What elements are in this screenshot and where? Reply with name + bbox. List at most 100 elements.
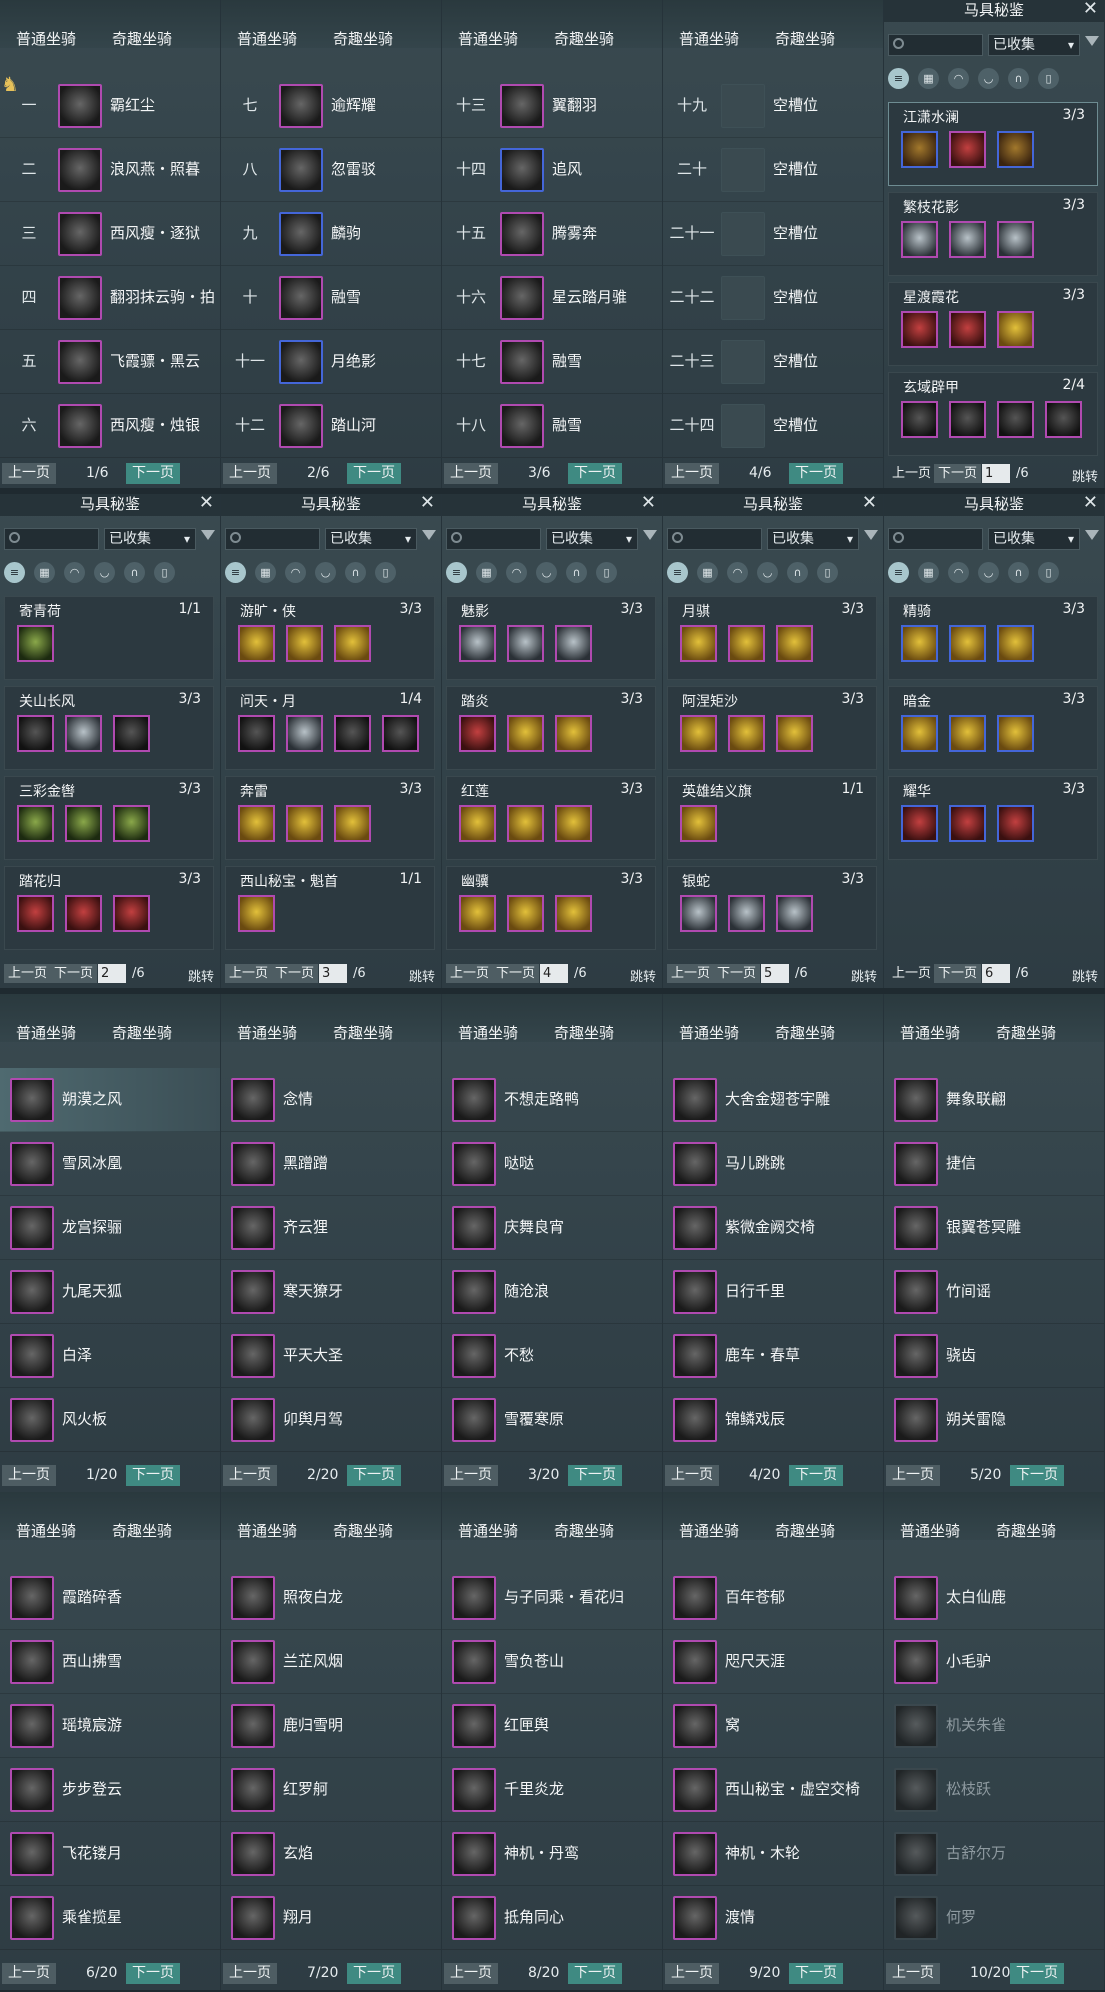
- harness-icon[interactable]: ◡: [94, 562, 115, 583]
- next-page-button[interactable]: 下一页: [347, 1963, 401, 1984]
- tab-fun-mounts[interactable]: 奇趣坐骑: [996, 1520, 1056, 1541]
- tab-normal-mounts[interactable]: 普通坐骑: [679, 1022, 739, 1043]
- jump-button[interactable]: 跳转: [630, 966, 656, 985]
- prev-page-button[interactable]: 上一页: [4, 964, 52, 983]
- next-page-button[interactable]: 下一页: [271, 964, 319, 983]
- saddle-icon[interactable]: ◠: [285, 562, 306, 583]
- tack-item-icon[interactable]: [949, 625, 986, 662]
- prev-page-button[interactable]: 上一页: [444, 1963, 498, 1984]
- tack-item-icon[interactable]: [459, 625, 496, 662]
- mount-row[interactable]: 雪凤冰凰: [0, 1132, 220, 1196]
- tab-normal-mounts[interactable]: 普通坐骑: [237, 1520, 297, 1541]
- tab-fun-mounts[interactable]: 奇趣坐骑: [775, 1022, 835, 1043]
- tack-set-card[interactable]: 耀华 3/3: [888, 776, 1098, 860]
- prev-page-button[interactable]: 上一页: [444, 1465, 498, 1486]
- mount-row[interactable]: 乘雀揽星: [0, 1886, 220, 1950]
- harness-icon[interactable]: ◡: [978, 562, 999, 583]
- mount-row[interactable]: 松枝跃: [884, 1758, 1104, 1822]
- mount-row[interactable]: 马儿跳跳: [663, 1132, 883, 1196]
- jump-button[interactable]: 跳转: [409, 966, 435, 985]
- tack-item-icon[interactable]: [901, 401, 938, 438]
- tack-item-icon[interactable]: [286, 805, 323, 842]
- tack-item-icon[interactable]: [507, 715, 544, 752]
- mount-row[interactable]: 不想走路鸭: [442, 1068, 662, 1132]
- tack-set-card[interactable]: 西山秘宝・魁首 1/1: [225, 866, 435, 950]
- tack-set-card[interactable]: 魅影 3/3: [446, 596, 656, 680]
- mount-slot-row[interactable]: 八 忽雷驳: [221, 138, 441, 202]
- mount-row[interactable]: 白泽: [0, 1324, 220, 1388]
- mount-row[interactable]: 平天大圣: [221, 1324, 441, 1388]
- mount-row[interactable]: 舞象联翩: [884, 1068, 1104, 1132]
- tack-set-card[interactable]: 暗金 3/3: [888, 686, 1098, 770]
- mount-slot-row[interactable]: 二十 空槽位: [663, 138, 883, 202]
- mount-slot-row[interactable]: 十三 翼翻羽: [442, 74, 662, 138]
- horseshoe-icon[interactable]: ∩: [1008, 68, 1029, 89]
- tack-item-icon[interactable]: [459, 805, 496, 842]
- tack-item-icon[interactable]: [997, 625, 1034, 662]
- search-input[interactable]: [446, 528, 541, 550]
- mount-row[interactable]: 飞花镂月: [0, 1822, 220, 1886]
- mount-row[interactable]: 骁齿: [884, 1324, 1104, 1388]
- tack-item-icon[interactable]: [901, 805, 938, 842]
- tack-item-icon[interactable]: [17, 805, 54, 842]
- tack-set-card[interactable]: 踏花归 3/3: [4, 866, 214, 950]
- prev-page-button[interactable]: 上一页: [888, 964, 935, 983]
- horseshoe-icon[interactable]: ∩: [124, 562, 145, 583]
- tab-normal-mounts[interactable]: 普通坐骑: [458, 1520, 518, 1541]
- tack-set-card[interactable]: 红莲 3/3: [446, 776, 656, 860]
- tab-fun-mounts[interactable]: 奇趣坐骑: [775, 1520, 835, 1541]
- tack-set-card[interactable]: 关山长风 3/3: [4, 686, 214, 770]
- mount-row[interactable]: 翔月: [221, 1886, 441, 1950]
- next-page-button[interactable]: 下一页: [126, 1963, 180, 1984]
- mount-slot-row[interactable]: 十七 融雪: [442, 330, 662, 394]
- tab-normal-mounts[interactable]: 普通坐骑: [458, 28, 518, 49]
- tack-item-icon[interactable]: [997, 715, 1034, 752]
- saddle-icon[interactable]: ◠: [727, 562, 748, 583]
- prev-page-button[interactable]: 上一页: [225, 964, 273, 983]
- funnel-icon[interactable]: [643, 530, 657, 540]
- list-icon[interactable]: ≡: [667, 562, 688, 583]
- next-page-button[interactable]: 下一页: [347, 1465, 401, 1486]
- tack-item-icon[interactable]: [901, 311, 938, 348]
- mount-slot-row[interactable]: 十二 踏山河: [221, 394, 441, 458]
- grid-icon[interactable]: ▦: [697, 562, 718, 583]
- tack-item-icon[interactable]: [113, 895, 150, 932]
- search-input[interactable]: [4, 528, 99, 550]
- tack-item-icon[interactable]: [997, 805, 1034, 842]
- mount-row[interactable]: 渡情: [663, 1886, 883, 1950]
- jump-button[interactable]: 跳转: [1072, 966, 1098, 985]
- tack-set-card[interactable]: 银蛇 3/3: [667, 866, 877, 950]
- mount-row[interactable]: 竹间谣: [884, 1260, 1104, 1324]
- mount-row[interactable]: 鹿归雪明: [221, 1694, 441, 1758]
- list-icon[interactable]: ≡: [4, 562, 25, 583]
- tab-fun-mounts[interactable]: 奇趣坐骑: [112, 1520, 172, 1541]
- list-icon[interactable]: ≡: [225, 562, 246, 583]
- next-page-button[interactable]: 下一页: [934, 464, 982, 483]
- tack-item-icon[interactable]: [507, 805, 544, 842]
- mount-row[interactable]: 红匣舆: [442, 1694, 662, 1758]
- prev-page-button[interactable]: 上一页: [665, 1465, 719, 1486]
- jump-button[interactable]: 跳转: [188, 966, 214, 985]
- tack-set-card[interactable]: 玄域辟甲 2/4: [888, 372, 1098, 456]
- next-page-button[interactable]: 下一页: [789, 1963, 843, 1984]
- tack-set-card[interactable]: 江潇水澜 3/3: [888, 102, 1098, 186]
- list-icon[interactable]: ≡: [888, 562, 909, 583]
- page-number-input[interactable]: 4: [540, 964, 568, 983]
- tack-item-icon[interactable]: [65, 805, 102, 842]
- tack-set-card[interactable]: 繁枝花影 3/3: [888, 192, 1098, 276]
- tab-normal-mounts[interactable]: 普通坐骑: [900, 1520, 960, 1541]
- tack-item-icon[interactable]: [997, 221, 1034, 258]
- mount-row[interactable]: 兰芷风烟: [221, 1630, 441, 1694]
- funnel-icon[interactable]: [201, 530, 215, 540]
- tack-set-card[interactable]: 踏炎 3/3: [446, 686, 656, 770]
- tack-item-icon[interactable]: [901, 625, 938, 662]
- next-page-button[interactable]: 下一页: [492, 964, 540, 983]
- tack-set-card[interactable]: 幽骥 3/3: [446, 866, 656, 950]
- mount-slot-row[interactable]: 十一 月绝影: [221, 330, 441, 394]
- tack-item-icon[interactable]: [334, 715, 371, 752]
- tab-fun-mounts[interactable]: 奇趣坐骑: [775, 28, 835, 49]
- mount-row[interactable]: 红罗舸: [221, 1758, 441, 1822]
- saddle-icon[interactable]: ◠: [506, 562, 527, 583]
- tack-item-icon[interactable]: [555, 805, 592, 842]
- page-number-input[interactable]: 5: [761, 964, 789, 983]
